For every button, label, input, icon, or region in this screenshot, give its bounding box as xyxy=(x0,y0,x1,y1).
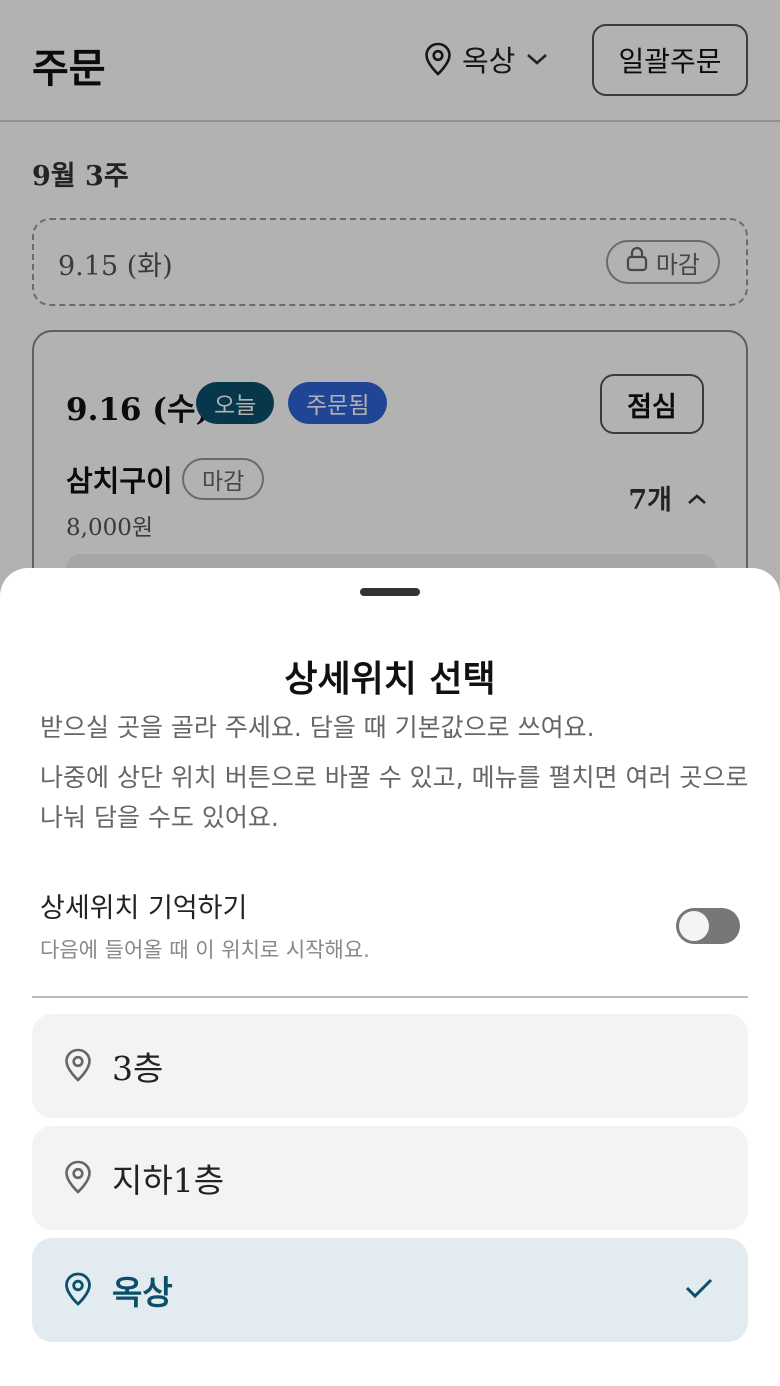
location-option-label: 옥상 xyxy=(112,1273,173,1312)
location-option-b1[interactable]: 지하1층 xyxy=(32,1126,748,1230)
location-option-label: 지하1층 xyxy=(112,1161,225,1200)
remember-location-label: 상세위치 기억하기 xyxy=(40,893,248,924)
sheet-title: 상세위치 선택 xyxy=(284,659,496,700)
sheet-description: 받으실 곳을 골라 주세요. 담을 때 기본값으로 쓰여요. xyxy=(40,713,595,742)
remember-location-toggle[interactable] xyxy=(676,908,740,944)
location-pin-icon xyxy=(64,1048,92,1086)
sheet-grabber-handle[interactable] xyxy=(360,588,420,596)
location-option-3f[interactable]: 3층 xyxy=(32,1014,748,1118)
divider xyxy=(32,996,748,998)
location-option-rooftop[interactable]: 옥상 xyxy=(32,1238,748,1342)
location-pin-icon xyxy=(64,1160,92,1198)
remember-location-sublabel: 다음에 들어올 때 이 위치로 시작해요. xyxy=(40,938,370,962)
location-bottom-sheet: 상세위치 선택 받으실 곳을 골라 주세요. 담을 때 기본값으로 쓰여요. 나… xyxy=(0,568,780,1386)
location-option-label: 3층 xyxy=(112,1049,164,1088)
location-pin-icon xyxy=(64,1272,92,1310)
sheet-description-secondary: 나중에 상단 위치 버튼으로 바꿀 수 있고, 메뉴를 펼치면 여러 곳으로 나… xyxy=(40,763,749,832)
toggle-knob xyxy=(679,911,709,941)
checkmark-icon xyxy=(684,1276,714,1304)
